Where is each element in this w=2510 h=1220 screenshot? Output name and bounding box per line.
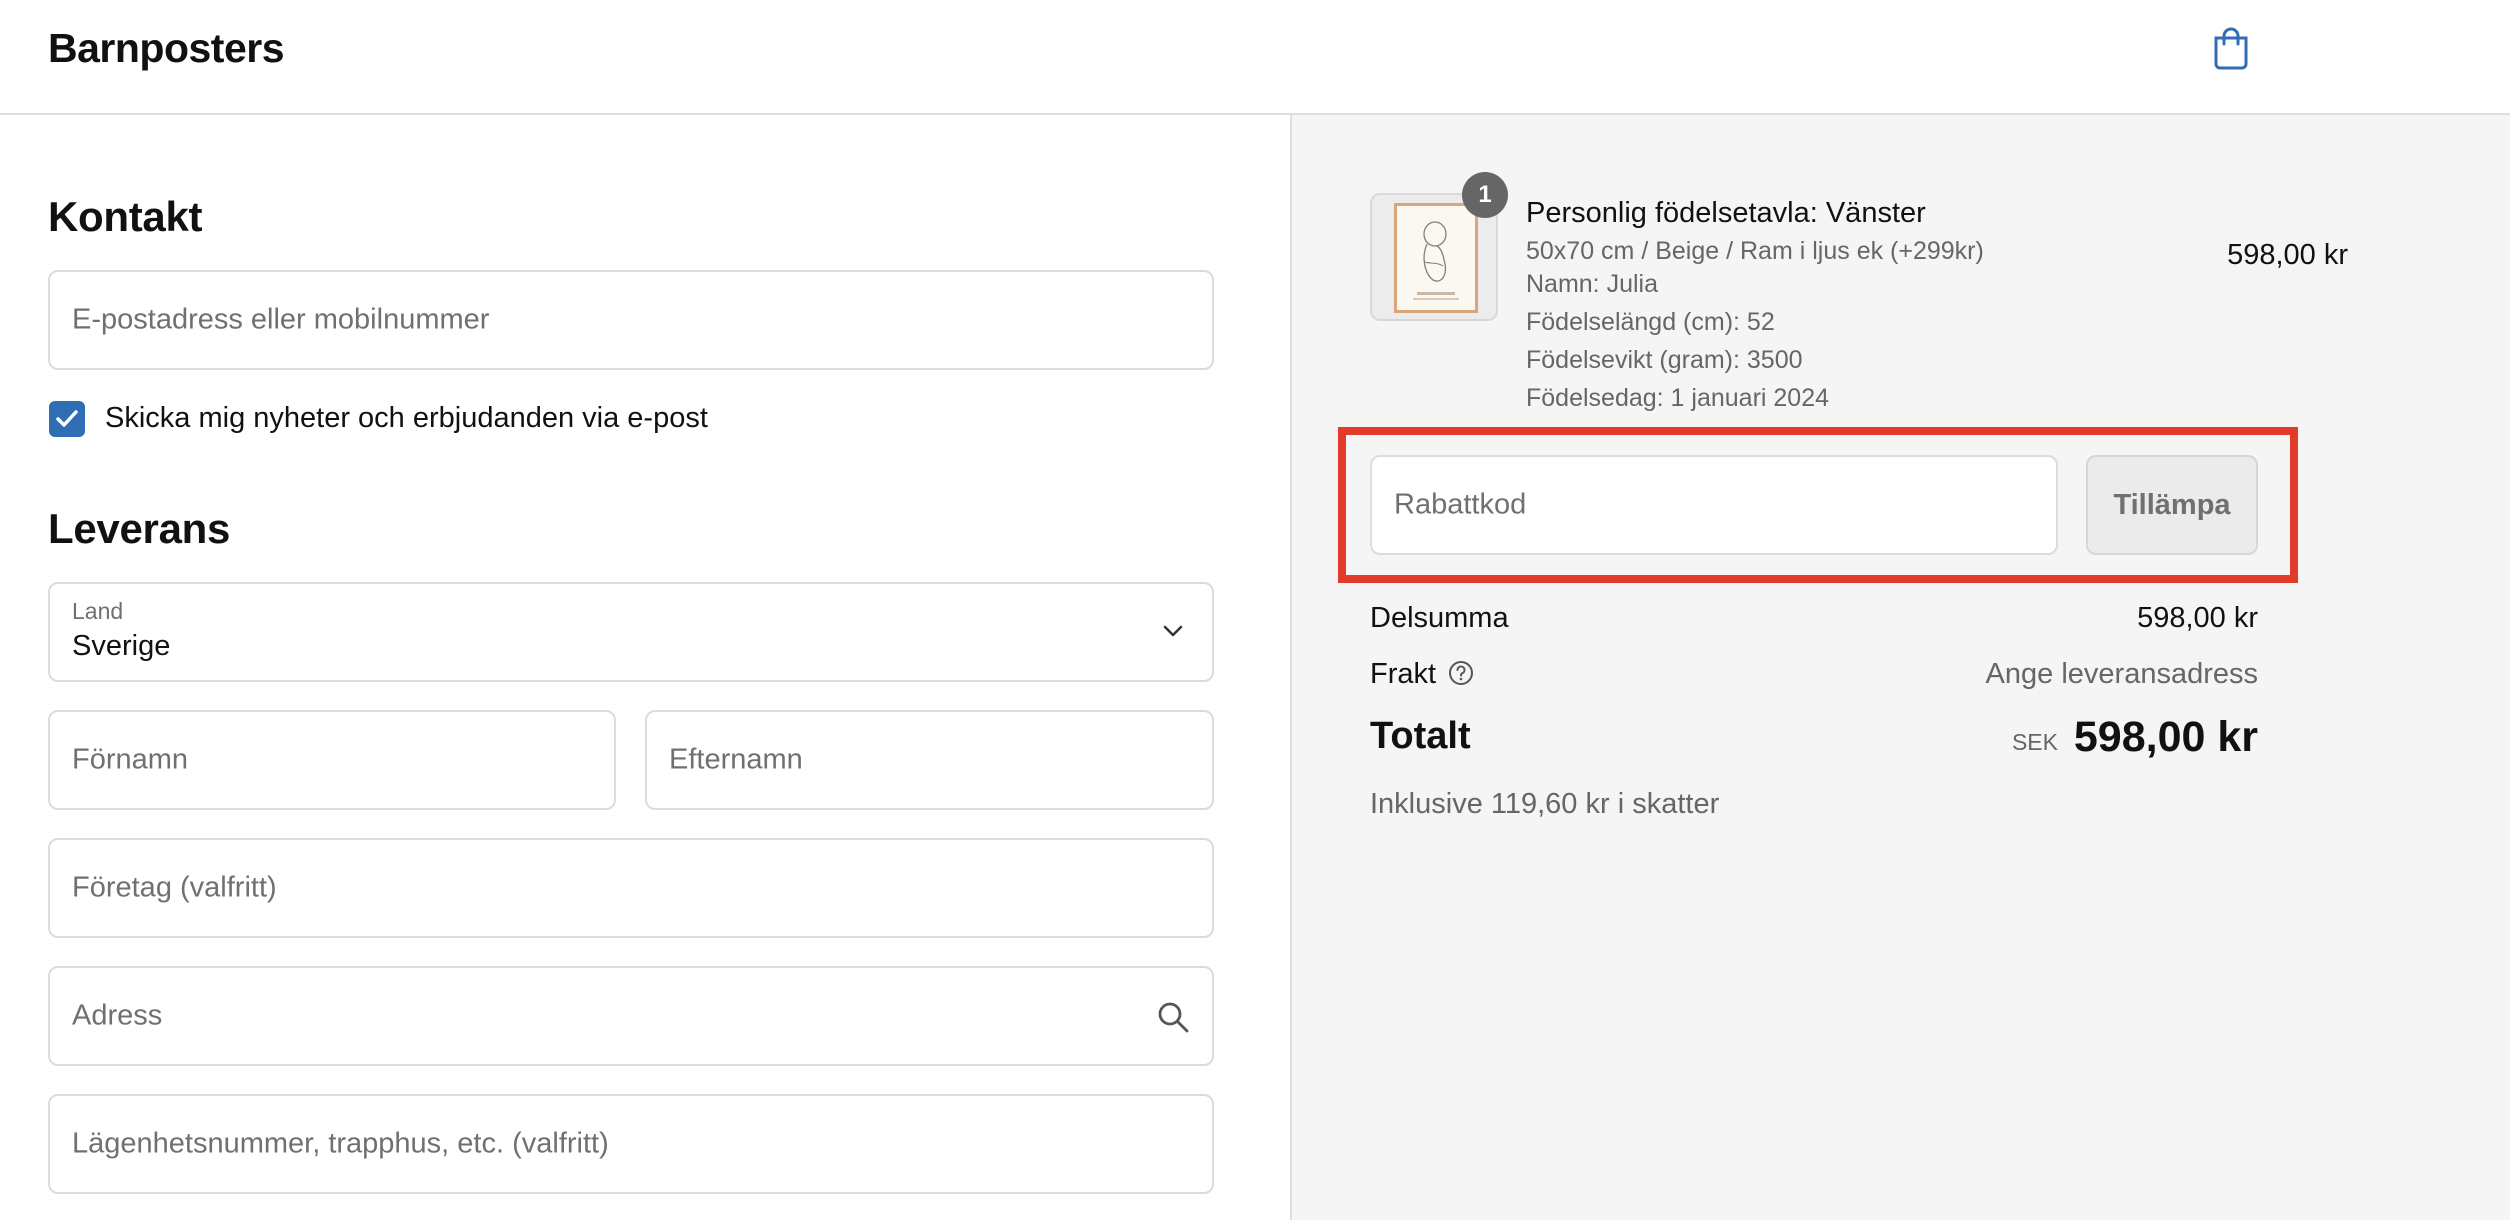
search-icon[interactable]: [1156, 1000, 1190, 1034]
last-name-field[interactable]: Efternamn: [645, 710, 1214, 810]
first-name-placeholder: Förnamn: [72, 743, 189, 776]
product-weight-option: Födelsevikt (gram): 3500: [1526, 346, 1803, 374]
subtotal-value: 598,00 kr: [2137, 602, 2258, 634]
country-select[interactable]: Land Sverige: [48, 582, 1214, 682]
brand-logo[interactable]: Barnposters: [48, 25, 285, 72]
apply-discount-button[interactable]: Tillämpa: [2086, 455, 2258, 555]
total-row: Totalt SEK 598,00 kr: [1370, 713, 2258, 771]
quantity-badge: 1: [1462, 172, 1508, 218]
apartment-placeholder: Lägenhetsnummer, trapphus, etc. (valfrit…: [72, 1127, 609, 1160]
help-circle-icon[interactable]: [1448, 660, 1474, 686]
newsletter-checkbox[interactable]: [49, 401, 85, 437]
product-price: 598,00 kr: [2227, 239, 2348, 271]
poster-image: [1394, 203, 1478, 313]
product-birthdate-option: Födelsedag: 1 januari 2024: [1526, 384, 1830, 412]
chevron-down-icon: [1163, 625, 1183, 637]
subtotal-label: Delsumma: [1370, 602, 1509, 634]
total-currency: SEK: [2011, 729, 2058, 755]
shipping-label: Frakt: [1370, 658, 1437, 690]
shopping-bag-icon[interactable]: [2212, 26, 2250, 70]
last-name-placeholder: Efternamn: [669, 743, 803, 776]
order-summary: 1 Personlig födelsetavla: Vänster 50x70 …: [1290, 115, 2510, 1220]
subtotal-row: Delsumma 598,00 kr: [1370, 602, 2258, 642]
discount-placeholder: Rabattkod: [1394, 488, 1527, 521]
shipping-row: Frakt Ange leveransadress: [1370, 658, 2258, 698]
address-field[interactable]: Adress: [48, 966, 1214, 1066]
shipping-value: Ange leveransadress: [1985, 658, 2258, 690]
apartment-field[interactable]: Lägenhetsnummer, trapphus, etc. (valfrit…: [48, 1094, 1214, 1194]
total-value: 598,00 kr: [2073, 713, 2258, 761]
company-placeholder: Företag (valfritt): [72, 871, 277, 904]
country-value: Sverige: [72, 630, 171, 662]
discount-code-input[interactable]: Rabattkod: [1370, 455, 2058, 555]
email-placeholder: E-postadress eller mobilnummer: [72, 303, 490, 336]
company-field[interactable]: Företag (valfritt): [48, 838, 1214, 938]
first-name-field[interactable]: Förnamn: [48, 710, 616, 810]
contact-heading: Kontakt: [48, 193, 203, 240]
tax-note: Inklusive 119,60 kr i skatter: [1370, 788, 1720, 820]
newsletter-label[interactable]: Skicka mig nyheter och erbjudanden via e…: [105, 402, 708, 435]
product-length-option: Födelselängd (cm): 52: [1526, 308, 1775, 336]
country-label: Land: [72, 598, 124, 624]
product-title: Personlig födelsetavla: Vänster: [1526, 197, 1926, 229]
checkmark-icon: [56, 410, 78, 427]
site-header: Barnposters: [0, 0, 2510, 115]
email-field[interactable]: E-postadress eller mobilnummer: [48, 270, 1214, 370]
address-placeholder: Adress: [72, 999, 163, 1032]
product-variant: 50x70 cm / Beige / Ram i ljus ek (+299kr…: [1526, 237, 1984, 265]
delivery-heading: Leverans: [48, 505, 231, 552]
product-name-option: Namn: Julia: [1526, 270, 1658, 298]
total-label: Totalt: [1370, 715, 1471, 757]
baby-illustration: [1413, 221, 1459, 300]
checkout-form: Kontakt E-postadress eller mobilnummer S…: [0, 115, 1290, 1220]
